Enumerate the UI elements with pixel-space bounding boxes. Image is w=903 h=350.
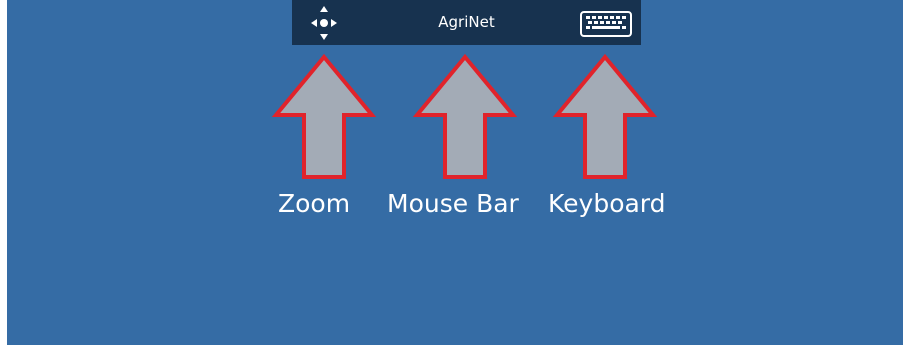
zoom-label: Zoom: [278, 189, 351, 218]
keyboard-callout-arrow: [553, 54, 657, 179]
keyboard-button[interactable]: [580, 11, 632, 37]
zoom-callout-arrow: [272, 54, 376, 179]
mouse-bar-label: Mouse Bar: [387, 189, 519, 218]
remote-desktop-screen: AgriNet Zoom Mouse Bar Keyboard: [7, 0, 903, 345]
mouse-bar-callout-arrow: [413, 54, 517, 179]
top-toolbar: AgriNet: [292, 0, 641, 45]
keyboard-label: Keyboard: [548, 189, 666, 218]
keyboard-icon: [580, 11, 632, 37]
